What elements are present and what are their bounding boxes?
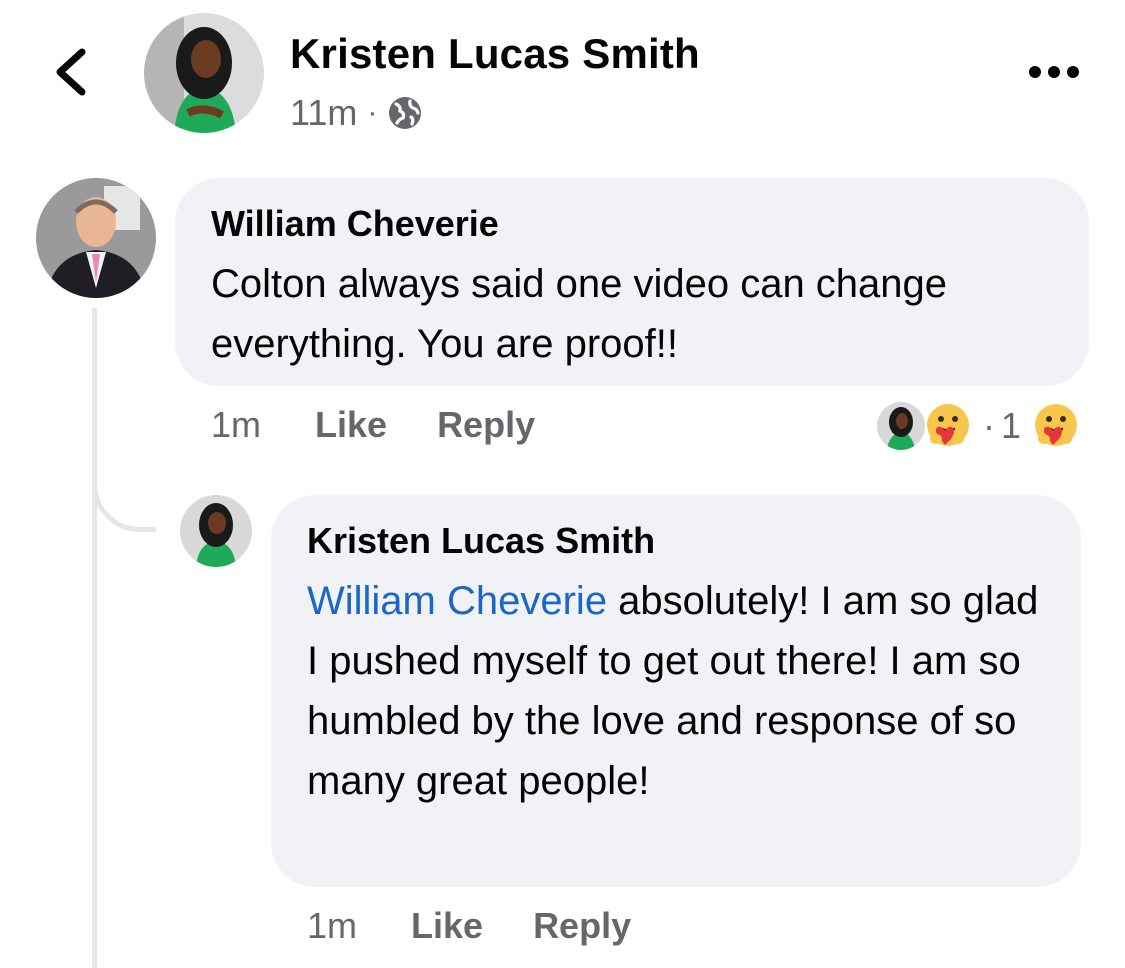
post-author-name[interactable]: Kristen Lucas Smith <box>290 30 700 78</box>
reply-bubble: Kristen Lucas Smith William Cheverie abs… <box>271 495 1081 887</box>
like-button[interactable]: Like <box>315 404 387 446</box>
reply-actions: 1m Like Reply <box>307 905 681 947</box>
reply-button[interactable]: Reply <box>533 905 631 947</box>
post-meta: 11m · <box>290 92 423 134</box>
comment-text: Colton always said one video can change … <box>211 262 948 366</box>
commenter-avatar[interactable] <box>36 178 156 298</box>
reply-time[interactable]: 1m <box>307 905 357 947</box>
like-button[interactable]: Like <box>411 905 483 947</box>
reactor-avatar <box>875 400 927 452</box>
post-time[interactable]: 11m <box>290 92 357 134</box>
care-reaction-icon <box>1035 404 1078 446</box>
globe-icon <box>389 97 422 129</box>
reaction-summary[interactable]: · 1 <box>875 400 1081 452</box>
more-options-button[interactable] <box>1026 60 1082 84</box>
comment-bubble: William Cheverie Colton always said one … <box>175 178 1089 386</box>
comment-actions: 1m Like Reply <box>211 404 585 446</box>
reply-button[interactable]: Reply <box>437 404 535 446</box>
care-reaction-icon <box>927 404 969 446</box>
mention-link[interactable]: William Cheverie <box>307 579 607 623</box>
author-avatar[interactable] <box>144 13 264 133</box>
reply-author[interactable]: Kristen Lucas Smith <box>307 519 1045 563</box>
reply-connector <box>92 470 156 532</box>
back-button[interactable] <box>48 46 96 98</box>
more-horizontal-icon <box>1029 66 1079 78</box>
chevron-left-icon <box>56 48 86 96</box>
meta-separator: · <box>367 96 378 129</box>
reply-author-avatar[interactable] <box>180 495 252 567</box>
comment-author[interactable]: William Cheverie <box>211 202 1053 246</box>
reaction-count: 1 <box>1001 405 1022 446</box>
comment-time[interactable]: 1m <box>211 404 261 446</box>
reply-text: William Cheverie absolutely! I am so gla… <box>307 571 1045 811</box>
thread-line <box>92 308 97 968</box>
reaction-separator: · <box>983 405 995 446</box>
